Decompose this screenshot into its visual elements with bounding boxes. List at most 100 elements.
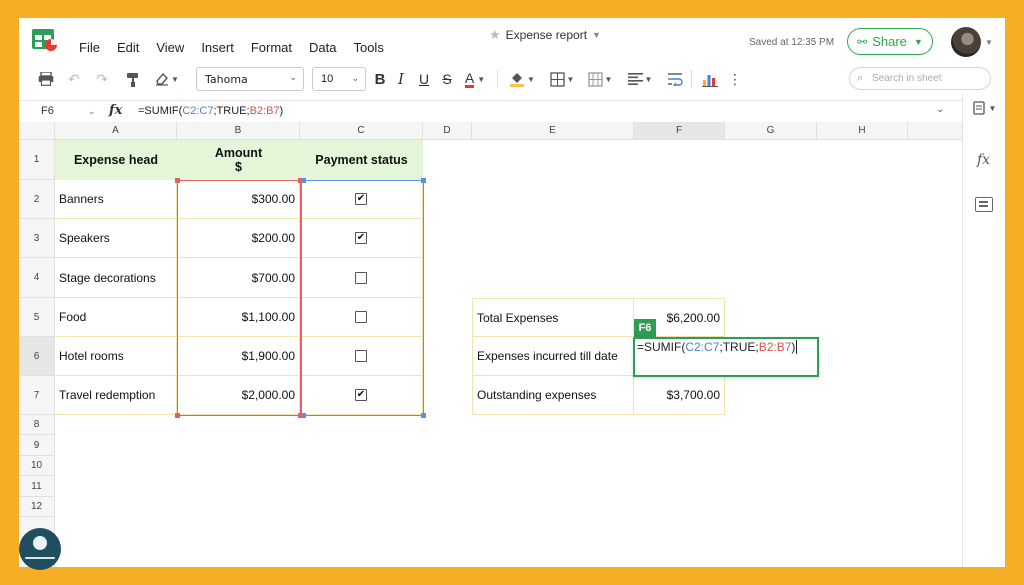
row-header-2[interactable]: 2: [19, 180, 55, 219]
star-icon[interactable]: ★: [489, 27, 501, 43]
menu-tools[interactable]: Tools: [353, 40, 383, 55]
strikethrough-button[interactable]: S: [439, 69, 455, 89]
bold-button[interactable]: B: [372, 69, 388, 89]
column-header-c[interactable]: C: [300, 122, 423, 140]
select-all-corner[interactable]: [19, 122, 55, 140]
cell-c4[interactable]: [300, 258, 423, 298]
cell-c7[interactable]: ✔: [300, 376, 423, 415]
paint-format-icon[interactable]: [124, 69, 142, 89]
chevron-down-icon[interactable]: ⌄: [936, 104, 944, 115]
sheet-logo-icon[interactable]: [31, 28, 59, 52]
header-payment-status[interactable]: Payment status: [300, 140, 423, 180]
checkbox-checked[interactable]: ✔: [355, 389, 367, 401]
insert-chart-icon[interactable]: [699, 69, 721, 89]
checkbox-unchecked[interactable]: [355, 350, 367, 362]
cell-a6[interactable]: Hotel rooms: [55, 337, 177, 376]
text-color-button[interactable]: A ▼: [460, 69, 490, 89]
cell-b4[interactable]: $700.00: [177, 258, 300, 298]
menu-file[interactable]: File: [79, 40, 100, 55]
checkbox-unchecked[interactable]: [355, 311, 367, 323]
borders-icon[interactable]: ▼: [547, 69, 577, 89]
cell-a2[interactable]: Banners: [55, 180, 177, 219]
formula-input[interactable]: =SUMIF(C2:C7;TRUE;B2:B7): [138, 105, 283, 117]
eraser-icon[interactable]: ▼: [153, 69, 181, 89]
header-expense-head[interactable]: Expense head: [55, 140, 177, 180]
cell-b5[interactable]: $1,100.00: [177, 298, 300, 337]
cell-a4[interactable]: Stage decorations: [55, 258, 177, 298]
menu-edit[interactable]: Edit: [117, 40, 139, 55]
cell-a7[interactable]: Travel redemption: [55, 376, 177, 415]
checkbox-unchecked[interactable]: [355, 271, 367, 284]
checkbox-checked[interactable]: ✔: [355, 193, 367, 205]
range-handle[interactable]: [175, 178, 180, 183]
italic-button[interactable]: I: [393, 69, 409, 89]
cell-c3[interactable]: ✔: [300, 219, 423, 258]
cell-c2[interactable]: ✔: [300, 180, 423, 219]
undo-icon[interactable]: ↶: [65, 69, 83, 89]
cell-e6[interactable]: Expenses incurred till date: [472, 337, 634, 376]
checkbox-checked[interactable]: ✔: [355, 232, 367, 244]
cell-c5[interactable]: [300, 298, 423, 337]
row-header-11[interactable]: 11: [19, 476, 55, 497]
menu-data[interactable]: Data: [309, 40, 336, 55]
merge-cells-icon[interactable]: ▼: [585, 69, 615, 89]
cell-b7[interactable]: $2,000.00: [177, 376, 300, 415]
font-select[interactable]: Tahoma ⌄: [196, 67, 304, 91]
cell-e5[interactable]: Total Expenses: [472, 298, 634, 337]
cell-e7[interactable]: Outstanding expenses: [472, 376, 634, 415]
row-header-12[interactable]: 12: [19, 497, 55, 517]
cell-editor-input[interactable]: =SUMIF(C2:C7;TRUE;B2:B7): [633, 337, 819, 377]
cell-b2[interactable]: $300.00: [177, 180, 300, 219]
search-input[interactable]: ⌕ Search in sheet: [849, 67, 991, 90]
range-handle[interactable]: [301, 178, 306, 183]
wrap-text-icon[interactable]: [664, 69, 686, 89]
column-header-d[interactable]: D: [423, 122, 472, 140]
range-handle[interactable]: [301, 413, 306, 418]
share-button[interactable]: ⚯ Share ▼: [847, 28, 933, 55]
column-header-f[interactable]: F: [634, 122, 725, 140]
row-header-7[interactable]: 7: [19, 376, 55, 415]
cell-a3[interactable]: Speakers: [55, 219, 177, 258]
function-panel-icon[interactable]: fx: [977, 152, 990, 168]
row-header-10[interactable]: 10: [19, 456, 55, 476]
cell-b3[interactable]: $200.00: [177, 219, 300, 258]
font-size-select[interactable]: 10 ⌄: [312, 67, 366, 91]
row-header-5[interactable]: 5: [19, 298, 55, 337]
column-header-a[interactable]: A: [55, 122, 177, 140]
underline-button[interactable]: U: [416, 69, 432, 89]
column-header-h[interactable]: H: [817, 122, 908, 140]
column-header-g[interactable]: G: [725, 122, 817, 140]
document-title[interactable]: ★ Expense report ▼: [489, 27, 601, 43]
row-header-3[interactable]: 3: [19, 219, 55, 258]
menu-format[interactable]: Format: [251, 40, 292, 55]
comment-icon[interactable]: [975, 197, 993, 212]
range-handle[interactable]: [421, 178, 426, 183]
header-amount[interactable]: Amount $: [177, 140, 300, 180]
column-header-e[interactable]: E: [472, 122, 634, 140]
function-icon[interactable]: fx: [109, 103, 122, 118]
redo-icon[interactable]: ↷: [93, 69, 111, 89]
fill-color-icon[interactable]: ▼: [507, 69, 537, 89]
chevron-down-icon[interactable]: ⌄: [88, 106, 96, 117]
menu-insert[interactable]: Insert: [201, 40, 234, 55]
more-options-icon[interactable]: ⋮: [728, 69, 742, 89]
range-handle[interactable]: [421, 413, 426, 418]
cell-a5[interactable]: Food: [55, 298, 177, 337]
cell-b6[interactable]: $1,900.00: [177, 337, 300, 376]
row-header-9[interactable]: 9: [19, 435, 55, 456]
cell-f7[interactable]: $3,700.00: [634, 376, 725, 415]
row-header-4[interactable]: 4: [19, 258, 55, 298]
cell-c6[interactable]: [300, 337, 423, 376]
column-header-b[interactable]: B: [177, 122, 300, 140]
cell-reference[interactable]: F6: [41, 105, 54, 117]
row-header-1[interactable]: 1: [19, 140, 55, 180]
row-header-6[interactable]: 6: [19, 337, 55, 376]
panel-toggle-icon[interactable]: ▼: [963, 94, 1005, 122]
row-header-8[interactable]: 8: [19, 415, 55, 435]
menu-view[interactable]: View: [156, 40, 184, 55]
range-handle[interactable]: [175, 413, 180, 418]
print-icon[interactable]: [37, 69, 55, 89]
align-icon[interactable]: ▼: [625, 69, 655, 89]
chevron-down-icon[interactable]: ▼: [985, 38, 993, 47]
avatar[interactable]: [951, 27, 981, 57]
